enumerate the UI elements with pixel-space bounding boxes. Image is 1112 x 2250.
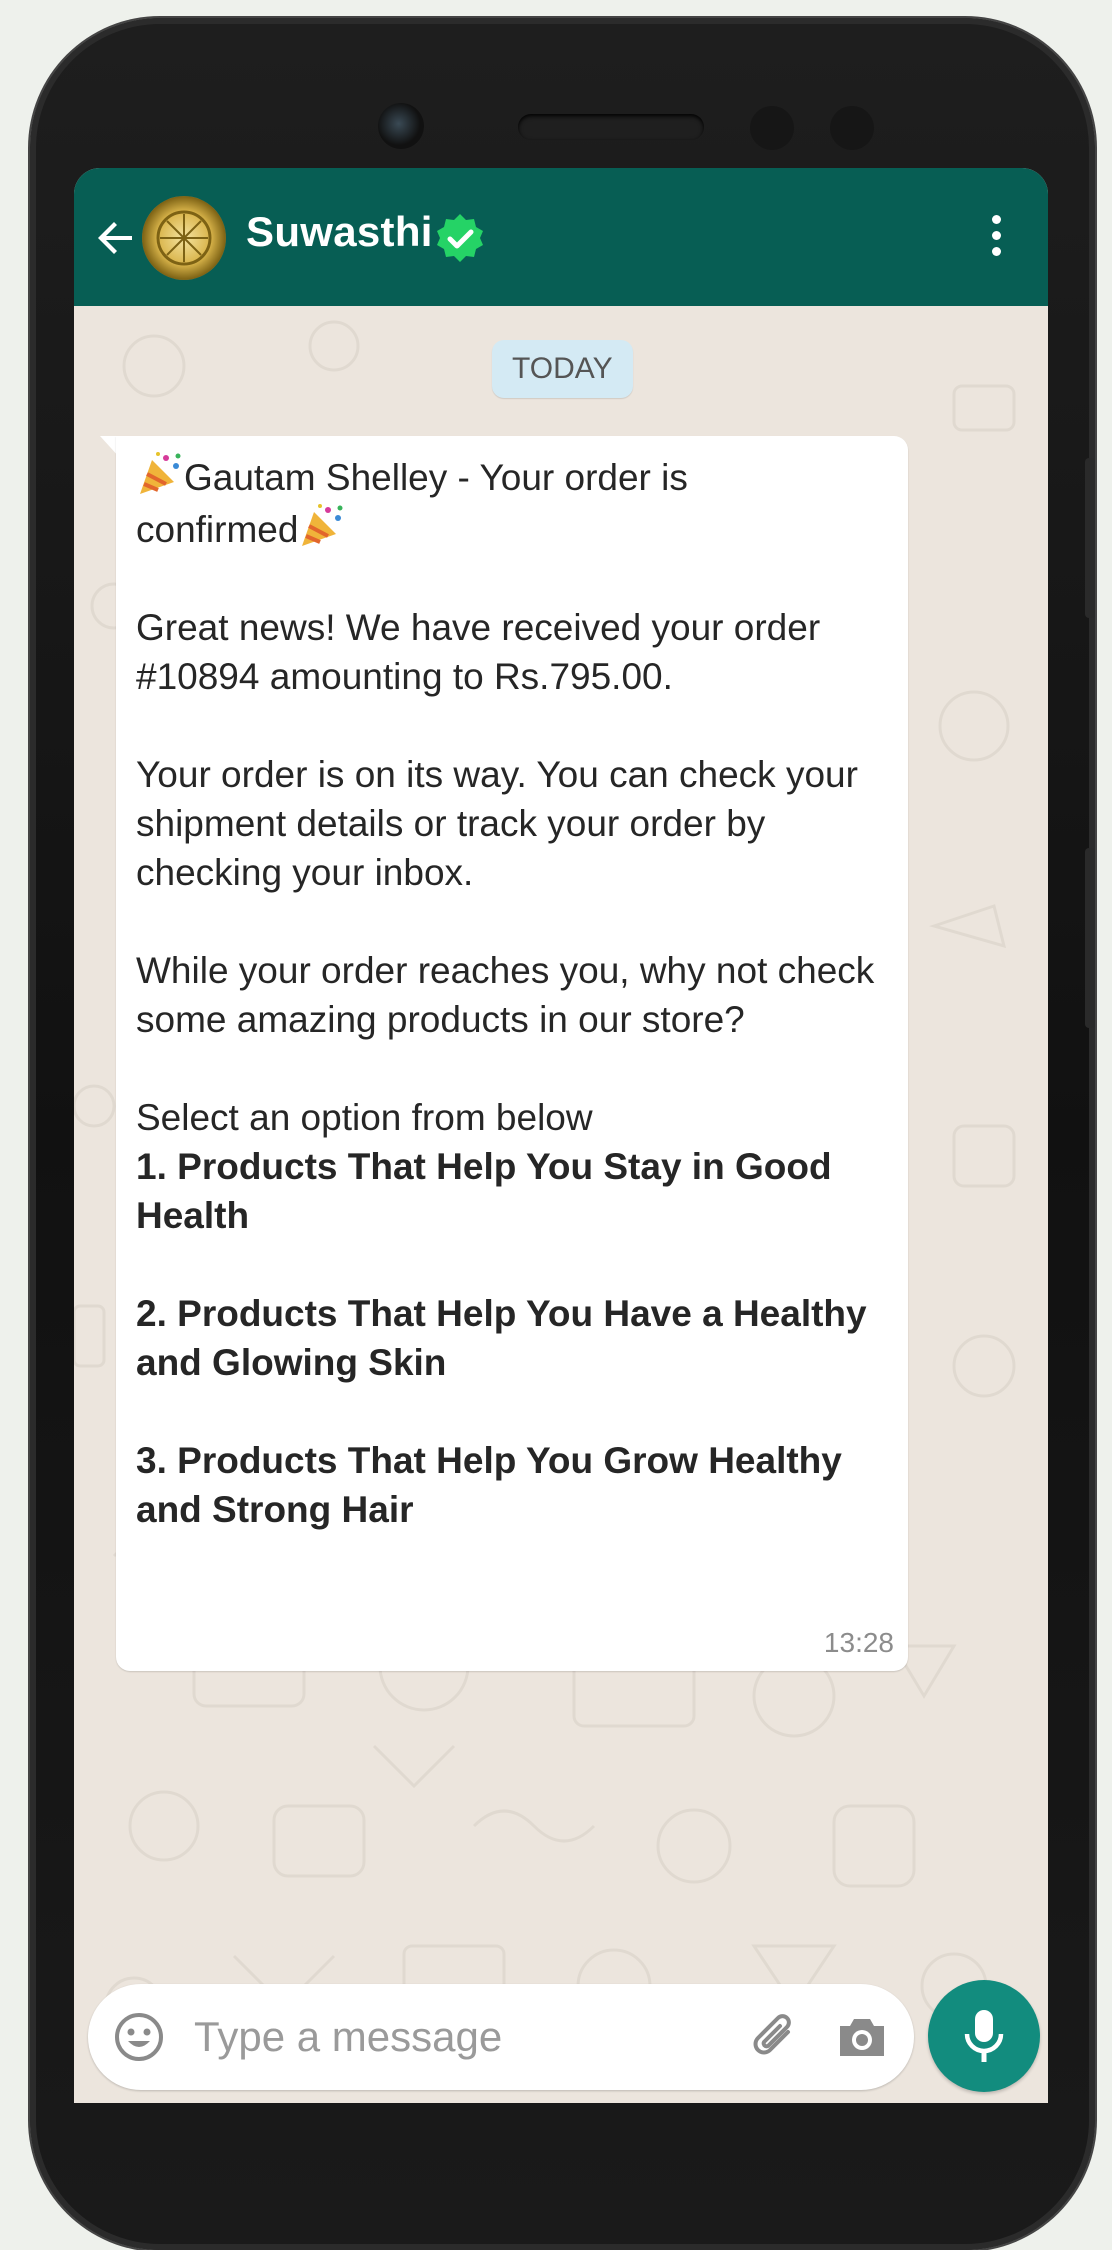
option-3: 3. Products That Help You Grow Healthy a…	[136, 1440, 842, 1530]
avatar-seal-icon	[156, 210, 212, 266]
message-paragraph: Great news! We have received your order …	[136, 607, 821, 697]
message-text: Gautam Shelley - Your order is confirmed…	[136, 450, 896, 1534]
message-timestamp: 13:28	[823, 1627, 894, 1658]
message-title-line-1: Gautam Shelley - Your order is	[184, 457, 688, 498]
back-arrow-icon[interactable]	[92, 214, 140, 262]
camera-icon[interactable]	[836, 2014, 888, 2060]
contact-name[interactable]: Suwasthi	[246, 208, 433, 256]
message-composer	[88, 1984, 914, 2090]
message-input[interactable]	[192, 2006, 716, 2068]
proximity-sensor	[750, 106, 794, 150]
mic-icon	[964, 2010, 1004, 2062]
side-button	[1085, 458, 1095, 618]
chat-screen: Suwasthi TODAY Gautam Shelley - Your ord…	[74, 168, 1048, 2103]
earpiece-speaker	[518, 114, 704, 140]
select-prompt: Select an option from below	[136, 1097, 593, 1138]
chat-header: Suwasthi	[74, 168, 1048, 306]
message-paragraph: Your order is on its way. You can check …	[136, 754, 858, 844]
date-separator: TODAY	[492, 340, 633, 398]
avatar[interactable]	[142, 196, 226, 280]
message-paragraph: checking your inbox.	[136, 852, 474, 893]
message-paragraph: While your order reaches you, why not ch…	[136, 950, 875, 1040]
option-1: 1. Products That Help You Stay in Good H…	[136, 1146, 832, 1236]
light-sensor	[830, 106, 874, 150]
mic-button[interactable]	[928, 1980, 1040, 2092]
verified-badge-icon	[437, 214, 483, 262]
message-title-line-2: confirmed	[136, 509, 299, 550]
message-bubble[interactable]: Gautam Shelley - Your order is confirmed…	[116, 436, 908, 1671]
option-2: 2. Products That Help You Have a Healthy…	[136, 1293, 867, 1383]
more-vert-icon[interactable]	[984, 212, 1008, 262]
front-camera	[378, 103, 424, 149]
party-popper-icon	[140, 452, 181, 494]
side-button	[1085, 848, 1095, 1028]
attach-icon[interactable]	[748, 2010, 802, 2064]
emoji-icon[interactable]	[112, 2010, 166, 2064]
party-popper-icon	[302, 504, 343, 546]
